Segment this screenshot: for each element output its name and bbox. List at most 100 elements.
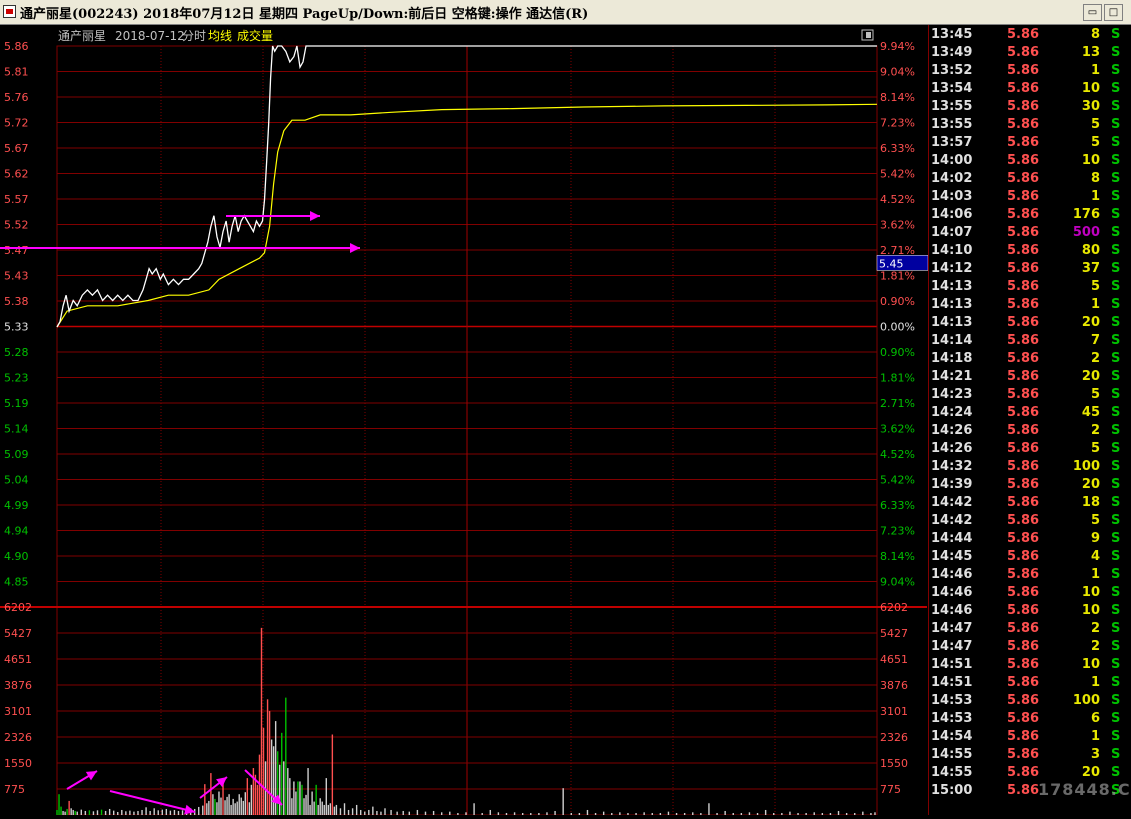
chart-canvas[interactable]: 5.86 9.94% 5.81 9.04% 5.76 8.14% 5.72 7.23% 5.67…	[0, 25, 929, 816]
tick-row[interactable]: 14:26 5.86 2 S	[929, 422, 1131, 440]
tick-volume: 1	[1090, 189, 1100, 204]
pct-tick-label: 8.14%	[880, 550, 915, 563]
tick-row[interactable]: 14:45 5.86 4 S	[929, 548, 1131, 566]
tick-row[interactable]: 14:39 5.86 20 S	[929, 476, 1131, 494]
intraday-chart[interactable]: 5.86 9.94% 5.81 9.04% 5.76 8.14% 5.72 7.23% 5.67…	[0, 25, 929, 816]
volume-tick-label: 3101	[4, 705, 32, 718]
price-tick-label: 5.38	[4, 295, 29, 308]
annotation-arrow-shaft	[109, 790, 196, 813]
tick-row[interactable]: 14:46 5.86 1 S	[929, 566, 1131, 584]
tick-side: S	[1111, 423, 1121, 438]
tick-side: S	[1111, 45, 1121, 60]
tick-row[interactable]: 14:47 5.86 2 S	[929, 620, 1131, 638]
tick-row[interactable]: 14:14 5.86 7 S	[929, 332, 1131, 350]
tick-row[interactable]: 14:44 5.86 9 S	[929, 530, 1131, 548]
tick-time: 15:00	[931, 783, 973, 798]
tick-row[interactable]: 14:32 5.86 100 S	[929, 458, 1131, 476]
tick-row[interactable]: 14:51 5.86 10 S	[929, 656, 1131, 674]
price-tick-label: 5.72	[4, 117, 29, 130]
tick-row[interactable]: 14:02 5.86 8 S	[929, 170, 1131, 188]
pct-tick-label: 6.33%	[880, 499, 915, 512]
tick-price: 5.86	[1007, 243, 1040, 258]
tick-volume: 10	[1081, 603, 1100, 618]
tick-row[interactable]: 14:06 5.86 176 S	[929, 206, 1131, 224]
tick-row[interactable]: 13:54 5.86 10 S	[929, 80, 1131, 98]
tick-row[interactable]: 14:10 5.86 80 S	[929, 242, 1131, 260]
tick-volume: 1	[1090, 567, 1100, 582]
maximize-icon[interactable]: □	[1104, 4, 1123, 21]
volume-tick-label-right: 4651	[880, 653, 908, 666]
tick-row[interactable]: 14:42 5.86 5 S	[929, 512, 1131, 530]
tick-time: 14:13	[931, 315, 973, 330]
volume-tick-label: 1550	[4, 757, 32, 770]
tick-row[interactable]: 13:45 5.86 8 S	[929, 26, 1131, 44]
tick-side: S	[1111, 495, 1121, 510]
tick-row[interactable]: 14:53 5.86 100 S	[929, 692, 1131, 710]
annotation-arrow	[226, 211, 320, 221]
tick-list-panel[interactable]: 13:45 5.86 8 S 13:49 5.86 13 S 13:52 5.86 1 S 13:54 5…	[928, 25, 1131, 815]
tick-price: 5.86	[1007, 171, 1040, 186]
tick-row[interactable]: 13:49 5.86 13 S	[929, 44, 1131, 62]
chart-date: 2018-07-12	[115, 29, 185, 43]
pct-tick-label: 9.94%	[880, 40, 915, 53]
tick-row[interactable]: 13:55 5.86 30 S	[929, 98, 1131, 116]
volume-tick-label-right: 5427	[880, 627, 908, 640]
tick-row[interactable]: 14:23 5.86 5 S	[929, 386, 1131, 404]
tick-row[interactable]: 14:03 5.86 1 S	[929, 188, 1131, 206]
tick-row[interactable]: 14:18 5.86 2 S	[929, 350, 1131, 368]
tick-row[interactable]: 14:13 5.86 20 S	[929, 314, 1131, 332]
tick-price: 5.86	[1007, 675, 1040, 690]
tick-volume: 2	[1090, 351, 1100, 366]
tick-row[interactable]: 13:55 5.86 5 S	[929, 116, 1131, 134]
tick-time: 13:49	[931, 45, 973, 60]
title-bar: 通产丽星(002243) 2018年07月12日 星期四 PageUp/Down…	[0, 0, 1131, 25]
tick-row[interactable]: 14:47 5.86 2 S	[929, 638, 1131, 656]
tick-row[interactable]: 14:21 5.86 20 S	[929, 368, 1131, 386]
tick-time: 14:39	[931, 477, 973, 492]
tick-price: 5.86	[1007, 351, 1040, 366]
tick-row[interactable]: 14:13 5.86 1 S	[929, 296, 1131, 314]
tick-row[interactable]: 14:13 5.86 5 S	[929, 278, 1131, 296]
tick-row[interactable]: 14:26 5.86 5 S	[929, 440, 1131, 458]
restore-icon[interactable]: ▭	[1083, 4, 1102, 21]
pct-tick-label: 2.71%	[880, 244, 915, 257]
price-tick-label: 5.04	[4, 474, 29, 487]
tick-row[interactable]: 13:57 5.86 5 S	[929, 134, 1131, 152]
tick-row[interactable]: 14:46 5.86 10 S	[929, 584, 1131, 602]
price-tick-label: 5.76	[4, 91, 29, 104]
tick-volume: 500	[1072, 225, 1100, 240]
tick-price: 5.86	[1007, 333, 1040, 348]
tick-row[interactable]: 14:54 5.86 1 S	[929, 728, 1131, 746]
tick-row[interactable]: 13:52 5.86 1 S	[929, 62, 1131, 80]
avg-line-label: 均线	[208, 29, 232, 43]
tick-row[interactable]: 14:07 5.86 500 S	[929, 224, 1131, 242]
tick-row[interactable]: 14:24 5.86 45 S	[929, 404, 1131, 422]
tick-time: 14:14	[931, 333, 973, 348]
tick-row[interactable]: 14:53 5.86 6 S	[929, 710, 1131, 728]
price-tick-label: 5.67	[4, 142, 29, 155]
tick-row[interactable]: 14:12 5.86 37 S	[929, 260, 1131, 278]
tick-row[interactable]: 14:42 5.86 18 S	[929, 494, 1131, 512]
tick-time: 14:44	[931, 531, 973, 546]
tick-price: 5.86	[1007, 387, 1040, 402]
tick-time: 14:47	[931, 639, 973, 654]
price-tick-label: 5.81	[4, 66, 29, 79]
tick-time: 14:13	[931, 279, 973, 294]
tick-volume: 1	[1090, 729, 1100, 744]
price-tick-label: 5.23	[4, 372, 29, 385]
tick-row[interactable]: 14:00 5.86 10 S	[929, 152, 1131, 170]
tick-side: S	[1111, 297, 1121, 312]
window-title: 通产丽星(002243) 2018年07月12日 星期四 PageUp/Down…	[20, 7, 589, 22]
tick-row[interactable]: 14:46 5.86 10 S	[929, 602, 1131, 620]
tick-price: 5.86	[1007, 477, 1040, 492]
price-tick-label: 5.14	[4, 423, 29, 436]
tick-row[interactable]: 14:55 5.86 3 S	[929, 746, 1131, 764]
tick-side: S	[1111, 405, 1121, 420]
tick-volume: 5	[1090, 135, 1100, 150]
tick-time: 13:57	[931, 135, 973, 150]
tick-time: 14:55	[931, 747, 973, 762]
tick-volume: 100	[1072, 693, 1100, 708]
tick-price: 5.86	[1007, 729, 1040, 744]
tick-row[interactable]: 14:51 5.86 1 S	[929, 674, 1131, 692]
tick-time: 14:18	[931, 351, 973, 366]
